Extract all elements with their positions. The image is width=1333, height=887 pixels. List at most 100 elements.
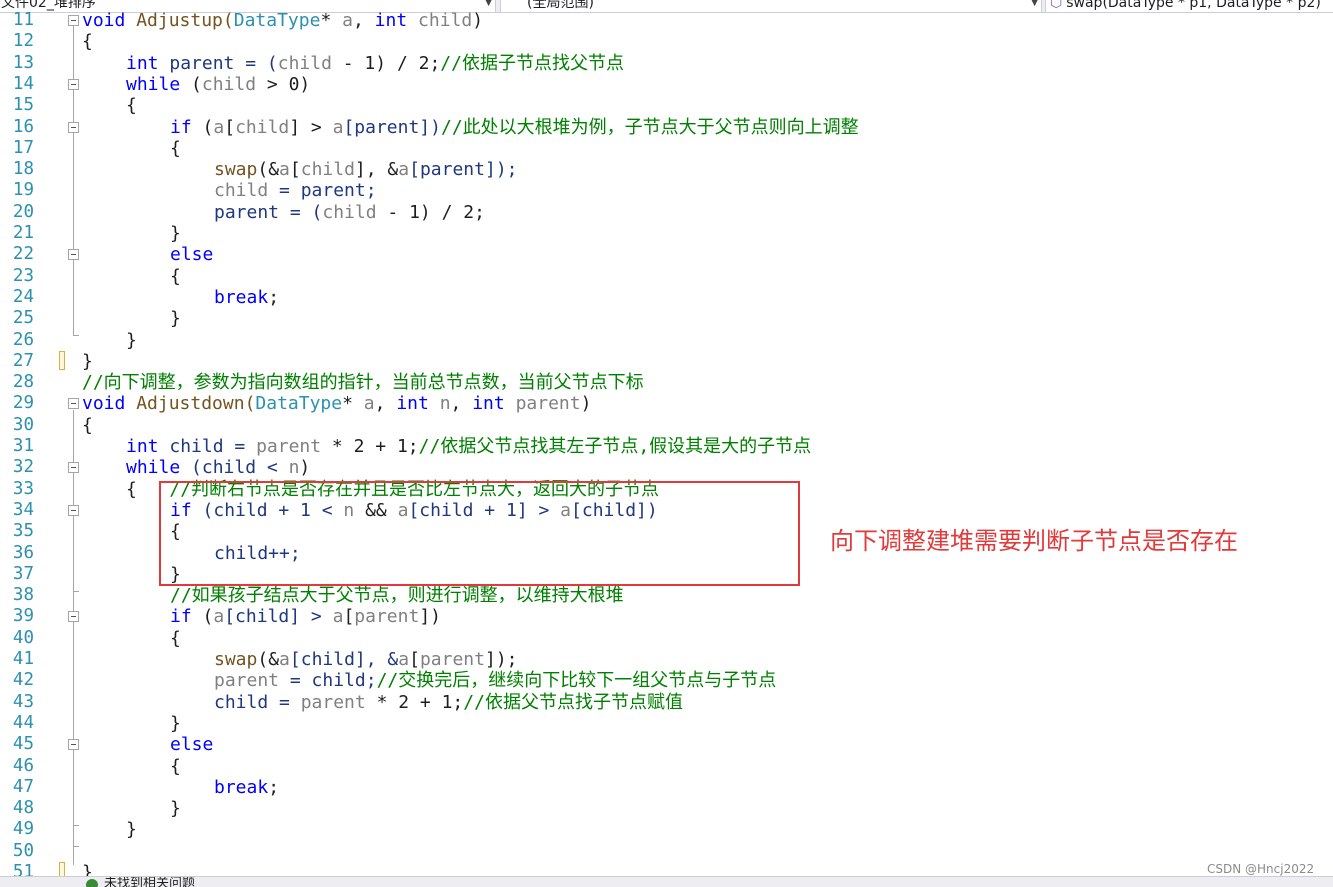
- code-line: 46 {: [0, 756, 1333, 777]
- code-text: }: [126, 819, 137, 841]
- line-number: 28: [12, 372, 34, 393]
- annotation-text: 向下调整建堆需要判断子节点是否存在: [830, 527, 1238, 555]
- line-number: 35: [12, 521, 34, 542]
- code-line: 22 else: [0, 244, 1333, 265]
- code-line: 14 while (child > 0): [0, 74, 1333, 95]
- line-number: 18: [12, 159, 34, 180]
- line-number: 23: [12, 265, 34, 286]
- code-line: 26 }: [0, 330, 1333, 351]
- collapse-icon[interactable]: [68, 15, 79, 26]
- line-number: 36: [12, 542, 34, 563]
- line-number: 15: [12, 95, 34, 116]
- line-number: 22: [12, 244, 34, 265]
- code-line: 38 //如果孩子结点大于父节点，则进行调整，以维持大根堆: [0, 585, 1333, 606]
- code-line: 43 child = parent * 2 + 1;//依据父节点找子节点赋值: [0, 692, 1333, 713]
- line-number: 45: [12, 734, 34, 755]
- code-line: 12 {: [0, 31, 1333, 52]
- line-number: 40: [12, 627, 34, 648]
- code-text: void Adjustdown(DataType* a, int n, int …: [82, 393, 592, 415]
- code-text: parent = (child - 1) / 2;: [214, 201, 485, 223]
- code-text: break;: [214, 286, 280, 308]
- code-line: 20 parent = (child - 1) / 2;: [0, 202, 1333, 223]
- line-number: 16: [12, 116, 34, 137]
- collapse-icon[interactable]: [68, 121, 79, 133]
- code-text: while (child < n): [126, 457, 311, 479]
- code-text: }: [170, 712, 181, 734]
- watermark: CSDN @Hncj2022: [1207, 862, 1315, 876]
- code-line: 31 int child = parent * 2 + 1;//依据父节点找其左…: [0, 436, 1333, 457]
- line-number: 33: [12, 478, 34, 499]
- line-number: 46: [12, 755, 34, 776]
- code-text: {: [82, 31, 93, 53]
- line-number: 25: [12, 308, 34, 329]
- code-text: //如果孩子结点大于父节点，则进行调整，以维持大根堆: [170, 585, 624, 607]
- annotation-highlight-box: [159, 481, 800, 586]
- line-number: 38: [12, 585, 34, 606]
- code-text: parent = child;//交换完后，继续向下比较下一组父节点与子节点: [214, 670, 777, 692]
- collapse-icon[interactable]: [68, 398, 79, 410]
- line-number: 42: [12, 670, 34, 691]
- code-line: 44 }: [0, 713, 1333, 734]
- code-editor[interactable]: 11 void Adjustup(DataType* a, int child)…: [0, 10, 1333, 876]
- code-line: 15 {: [0, 95, 1333, 116]
- code-line: 47 break;: [0, 777, 1333, 798]
- code-line: 29 void Adjustdown(DataType* a, int n, i…: [0, 393, 1333, 414]
- collapse-icon[interactable]: [68, 739, 79, 751]
- code-line: 51 }: [0, 862, 1333, 876]
- code-text: }: [170, 223, 181, 244]
- code-line: 21 }: [0, 223, 1333, 244]
- code-text: if (a[child] > a[parent]): [170, 606, 441, 628]
- code-text: {: [126, 95, 137, 117]
- line-number: 17: [12, 137, 34, 158]
- line-number: 34: [12, 499, 34, 520]
- collapse-icon[interactable]: [68, 611, 79, 623]
- code-text: {: [170, 137, 181, 159]
- line-number: 20: [12, 201, 34, 222]
- line-number: 26: [12, 329, 34, 350]
- line-number: 13: [12, 52, 34, 73]
- line-number: 29: [12, 393, 34, 414]
- code-line: 40 {: [0, 628, 1333, 649]
- line-number: 39: [12, 606, 34, 627]
- code-line: 18 swap(&a[child], &a[parent]);: [0, 159, 1333, 180]
- code-line: 27 }: [0, 350, 1333, 372]
- check-circle-icon: [86, 879, 98, 887]
- code-text: }: [82, 862, 93, 876]
- status-text[interactable]: 未找到相关问题: [104, 877, 195, 887]
- collapse-icon[interactable]: [68, 249, 79, 261]
- code-line: 48 }: [0, 798, 1333, 819]
- line-number: 12: [12, 31, 34, 52]
- code-line: 32 while (child < n): [0, 457, 1333, 478]
- line-number: 19: [12, 180, 34, 201]
- code-line: 13 int parent = (child - 1) / 2;//依据子节点找…: [0, 53, 1333, 74]
- line-number: 14: [12, 73, 34, 94]
- code-text: break;: [214, 776, 280, 798]
- code-text: swap(&a[child], &a[parent]);: [214, 649, 518, 670]
- line-number: 37: [12, 563, 34, 584]
- line-number: 43: [12, 691, 34, 712]
- code-text: {: [170, 755, 181, 777]
- code-line: 41 swap(&a[child], &a[parent]);: [0, 649, 1333, 670]
- code-text: {: [170, 627, 181, 649]
- line-number: 30: [12, 414, 34, 435]
- code-text: swap(&a[child], &a[parent]);: [214, 159, 518, 181]
- line-number: 21: [12, 223, 34, 243]
- change-marker: [59, 350, 65, 370]
- code-text: int child = parent * 2 + 1;//依据父节点找其左子节点…: [126, 436, 812, 457]
- collapse-icon[interactable]: [68, 462, 79, 474]
- code-line: 19 child = parent;: [0, 180, 1333, 201]
- code-line: 28 //向下调整，参数为指向数组的指针，当前总节点数，当前父节点下标: [0, 372, 1333, 393]
- code-text: {: [82, 414, 93, 436]
- code-text: }: [170, 308, 181, 330]
- line-number: 27: [12, 350, 34, 371]
- line-number: 49: [12, 819, 34, 840]
- code-line: 45 else: [0, 734, 1333, 755]
- collapse-icon[interactable]: [68, 504, 79, 516]
- collapse-icon[interactable]: [68, 78, 79, 90]
- status-bar: 未找到相关问题: [0, 876, 1333, 887]
- code-text: }: [126, 329, 137, 351]
- code-text: if (a[child] > a[parent])//此处以大根堆为例，子节点大…: [170, 116, 859, 138]
- code-text: }: [170, 798, 181, 820]
- code-line: 16 if (a[child] > a[parent])//此处以大根堆为例，子…: [0, 117, 1333, 138]
- code-text: else: [170, 244, 214, 266]
